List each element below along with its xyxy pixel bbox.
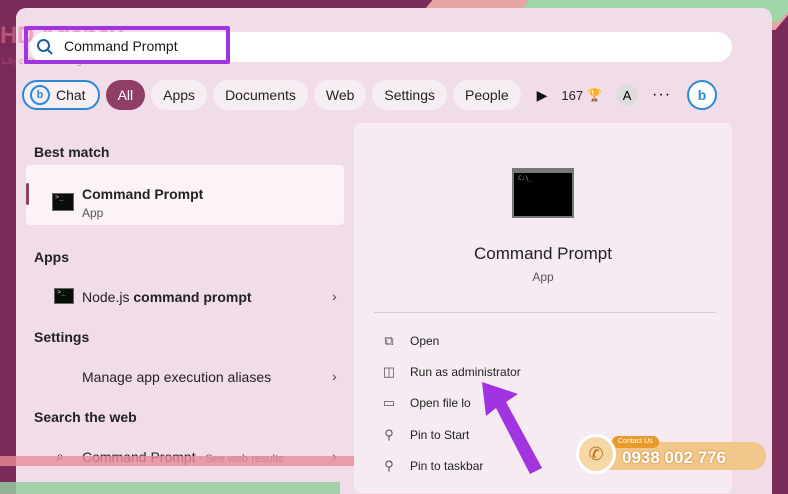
filter-web[interactable]: Web <box>313 80 367 110</box>
more-options-icon[interactable]: ··· <box>652 86 671 104</box>
command-prompt-large-icon <box>512 168 574 218</box>
bing-icon[interactable]: b <box>687 80 718 110</box>
search-web-heading: Search the web <box>34 409 137 425</box>
filter-chat[interactable]: b Chat <box>22 80 100 110</box>
nodejs-prompt-icon <box>54 288 74 304</box>
bing-chat-icon: b <box>30 85 50 105</box>
open-external-icon: ⧉ <box>384 333 394 348</box>
filter-people[interactable]: People <box>453 80 521 110</box>
contact-label: Contact Us <box>612 436 659 448</box>
contact-badge[interactable]: Contact Us ✆ 0938 002 776 <box>576 432 766 476</box>
app-result-prefix: Node.js <box>82 289 134 305</box>
filter-settings[interactable]: Settings <box>372 80 448 110</box>
search-highlight-box <box>24 26 230 64</box>
app-result-label: Node.js command prompt <box>82 289 252 305</box>
settings-result-label[interactable]: Manage app execution aliases <box>82 369 271 385</box>
background-stripe-bottom-green <box>0 482 340 494</box>
filter-chat-label: Chat <box>56 87 86 103</box>
account-avatar[interactable]: A <box>616 84 639 106</box>
phone-icon: ✆ <box>576 434 616 474</box>
preview-title: Command Prompt <box>474 244 612 263</box>
app-result-match: command prompt <box>133 289 252 305</box>
action-open[interactable]: ⧉ Open <box>380 330 439 352</box>
shield-admin-icon: ◫ <box>382 364 396 379</box>
chevron-right-icon[interactable]: › <box>332 288 337 304</box>
best-match-title: Command Prompt <box>82 186 204 202</box>
chevron-right-icon[interactable]: › <box>332 368 337 384</box>
filter-documents[interactable]: Documents <box>213 80 308 110</box>
pin-icon: ⚲ <box>384 458 394 473</box>
action-open-file-location[interactable]: ▭ Open file lo <box>380 392 471 414</box>
best-match-heading: Best match <box>34 144 110 160</box>
command-prompt-icon <box>52 193 74 211</box>
preview-divider <box>374 312 716 313</box>
trophy-icon: 🏆 <box>587 88 603 102</box>
background-stripe-bottom <box>0 456 380 466</box>
rewards-count-value: 167 <box>561 87 584 103</box>
preview-subtitle: App <box>532 270 554 284</box>
action-pin-to-start-label: Pin to Start <box>410 428 470 442</box>
play-more-filters-icon[interactable]: ▶ <box>537 87 548 104</box>
settings-heading: Settings <box>34 329 90 345</box>
filter-apps[interactable]: Apps <box>151 80 208 110</box>
filter-bar: b Chat All Apps Documents Web Settings P… <box>22 78 718 112</box>
folder-icon: ▭ <box>382 395 396 410</box>
pin-icon: ⚲ <box>384 427 394 442</box>
action-open-label: Open <box>410 334 440 348</box>
selection-indicator <box>26 183 29 205</box>
apps-heading: Apps <box>34 249 69 265</box>
rewards-count[interactable]: 167 🏆 <box>561 88 602 103</box>
action-open-file-location-label: Open file lo <box>410 396 471 410</box>
contact-phone: 0938 002 776 <box>622 448 726 467</box>
best-match-subtitle: App <box>82 206 104 220</box>
annotation-arrow-icon <box>482 382 542 474</box>
action-pin-to-start[interactable]: ⚲ Pin to Start <box>380 424 469 446</box>
filter-all[interactable]: All <box>105 80 146 110</box>
